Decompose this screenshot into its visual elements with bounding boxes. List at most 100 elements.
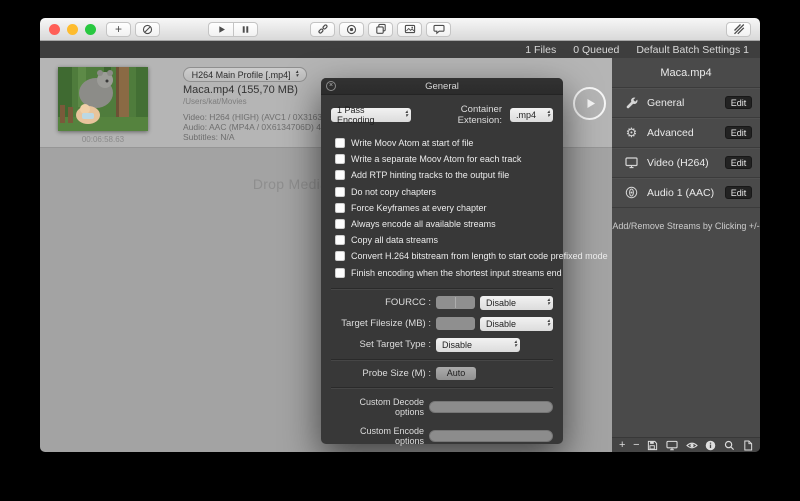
container-extension-select[interactable]: .mp4 ▴▾ — [510, 108, 553, 122]
preset-value: H264 Main Profile [.mp4] — [192, 70, 291, 80]
log-button[interactable] — [426, 22, 451, 37]
checkbox-row: Write a separate Moov Atom for each trac… — [335, 151, 563, 167]
fourcc-select-value: Disable — [486, 298, 516, 308]
preview-play-button[interactable] — [573, 87, 606, 120]
sidebar-item-audio[interactable]: Audio 1 (AAC) Edit — [612, 178, 760, 208]
queued-count: 0 Queued — [573, 44, 619, 56]
subtitles-info: Subtitles: N/A — [183, 132, 235, 142]
checkbox-row: Finish encoding when the shortest input … — [335, 265, 563, 281]
batch-settings-label[interactable]: Default Batch Settings 1 — [636, 44, 749, 56]
file-path: /Users/kat/Movies — [183, 97, 247, 106]
video-thumbnail — [58, 67, 148, 131]
checkbox-row: Always encode all available streams — [335, 216, 563, 232]
checkbox-label: Convert H.264 bitstream from length to s… — [351, 251, 608, 261]
add-file-button[interactable]: + — [106, 22, 131, 37]
cancel-button[interactable] — [135, 22, 160, 37]
close-window-button[interactable] — [49, 24, 60, 35]
checkbox-finish-shortest[interactable] — [335, 268, 345, 278]
audio-icon — [624, 186, 639, 199]
custom-encode-input[interactable] — [429, 430, 553, 442]
file-name: Maca.mp4 (155,70 MB) — [183, 84, 298, 96]
divider — [331, 387, 553, 388]
batch-copy-button[interactable] — [368, 22, 393, 37]
checkbox-moov-start[interactable] — [335, 138, 345, 148]
checkbox-moov-separate[interactable] — [335, 154, 345, 164]
checkbox-label: Copy all data streams — [351, 235, 438, 245]
divider — [331, 359, 553, 360]
filesize-label: Target Filesize (MB) : — [331, 318, 431, 329]
checkbox-encode-all-streams[interactable] — [335, 219, 345, 229]
file-duration: 00:06:58.63 — [58, 135, 148, 144]
edit-general-button[interactable]: Edit — [725, 96, 752, 109]
checkbox-row: Convert H.264 bitstream from length to s… — [335, 248, 563, 264]
fourcc-input[interactable] — [436, 296, 475, 309]
streams-hint: Add/Remove Streams by Clicking +/- — [612, 221, 760, 231]
traffic-lights — [49, 24, 96, 35]
save-button[interactable] — [647, 440, 658, 451]
info-button[interactable] — [705, 440, 716, 451]
checkbox-no-chapters[interactable] — [335, 187, 345, 197]
add-stream-button[interactable]: + — [619, 440, 625, 451]
checkbox-force-keyframes[interactable] — [335, 203, 345, 213]
search-button[interactable] — [724, 440, 735, 451]
screen: + — [0, 0, 800, 501]
checkbox-label: Finish encoding when the shortest input … — [351, 268, 562, 278]
minimize-window-button[interactable] — [67, 24, 78, 35]
join-files-button[interactable] — [310, 22, 335, 37]
stripes-icon — [733, 23, 745, 35]
preset-dropdown[interactable]: H264 Main Profile [.mp4] ▴▾ — [183, 67, 307, 82]
display-button[interactable] — [666, 440, 678, 451]
target-type-select[interactable]: Disable ▴▾ — [436, 338, 520, 352]
custom-decode-input[interactable] — [429, 401, 553, 413]
options-checkbox-list: Write Moov Atom at start of file Write a… — [335, 135, 563, 281]
target-type-row: Set Target Type : Disable ▴▾ — [331, 338, 553, 352]
preview-image-button[interactable] — [397, 22, 422, 37]
checkbox-rtp-hinting[interactable] — [335, 170, 345, 180]
edit-audio-button[interactable]: Edit — [725, 186, 752, 199]
probe-size-auto-button[interactable]: Auto — [436, 367, 476, 380]
link-icon — [317, 23, 329, 35]
checkbox-row: Copy all data streams — [335, 232, 563, 248]
sidebar-item-label: Video (H264) — [647, 157, 717, 169]
toggle-settings-panel-button[interactable] — [726, 22, 751, 37]
wrench-icon — [624, 96, 639, 109]
checkbox-h264-bitstream[interactable] — [335, 251, 345, 261]
close-icon[interactable]: × — [326, 81, 336, 91]
dialog-titlebar[interactable]: × General — [321, 78, 563, 95]
probe-size-row: Probe Size (M) : Auto — [331, 367, 553, 380]
pause-encoding-button[interactable] — [233, 22, 258, 37]
remove-stream-button[interactable]: − — [633, 440, 639, 451]
filesize-input[interactable] — [436, 317, 475, 330]
checkbox-label: Always encode all available streams — [351, 219, 496, 229]
encoding-row: 1 Pass Encoding ▴▾ Container Extension: … — [331, 104, 553, 126]
sidebar-item-advanced[interactable]: ⚙ Advanced Edit — [612, 118, 760, 148]
dialog-title: General — [425, 81, 459, 92]
stepper-icon: ▴▾ — [547, 320, 550, 327]
custom-encode-label: Custom Encode options — [331, 426, 424, 446]
checkbox-label: Add RTP hinting tracks to the output fil… — [351, 170, 509, 180]
play-icon — [216, 24, 227, 35]
checkbox-label: Write a separate Moov Atom for each trac… — [351, 154, 521, 164]
divider — [331, 288, 553, 289]
sidebar-item-video[interactable]: Video (H264) Edit — [612, 148, 760, 178]
document-button[interactable] — [743, 440, 753, 451]
stepper-icon: ▴▾ — [547, 111, 550, 118]
start-encoding-button[interactable] — [208, 22, 233, 37]
record-button[interactable] — [339, 22, 364, 37]
checkbox-copy-data-streams[interactable] — [335, 235, 345, 245]
fourcc-select[interactable]: Disable ▴▾ — [480, 296, 553, 310]
zoom-window-button[interactable] — [85, 24, 96, 35]
filesize-select[interactable]: Disable ▴▾ — [480, 317, 553, 331]
status-bar: 1 Files 0 Queued Default Batch Settings … — [40, 41, 760, 58]
edit-video-button[interactable]: Edit — [725, 156, 752, 169]
display-icon — [624, 156, 639, 169]
edit-advanced-button[interactable]: Edit — [725, 126, 752, 139]
custom-decode-row: Custom Decode options — [331, 397, 553, 417]
files-count: 1 Files — [525, 44, 556, 56]
checkbox-row: Do not copy chapters — [335, 184, 563, 200]
container-extension-label: Container Extension: — [415, 104, 502, 126]
pass-encoding-select[interactable]: 1 Pass Encoding ▴▾ — [331, 108, 411, 122]
eye-button[interactable] — [686, 440, 698, 451]
sidebar-item-general[interactable]: General Edit — [612, 88, 760, 118]
checkbox-row: Force Keyframes at every chapter — [335, 200, 563, 216]
